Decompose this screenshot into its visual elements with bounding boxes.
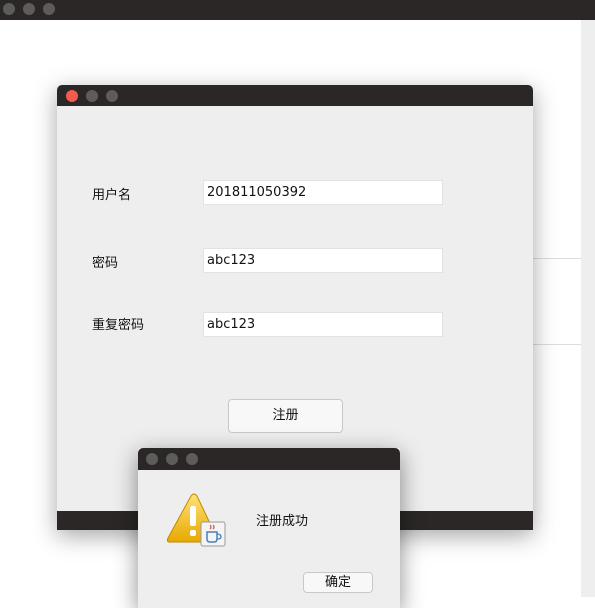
maximize-button[interactable] <box>186 453 198 465</box>
confirm-password-input[interactable] <box>203 312 443 337</box>
dialog-titlebar[interactable] <box>138 448 400 470</box>
dialog-message: 注册成功 <box>256 514 309 529</box>
background-window-titlebar[interactable] <box>0 0 595 20</box>
divider <box>533 344 581 345</box>
username-input[interactable] <box>203 180 443 205</box>
warning-java-icon <box>166 493 226 547</box>
maximize-button[interactable] <box>106 90 118 102</box>
divider <box>533 258 581 259</box>
ok-button[interactable]: 确定 <box>303 572 373 593</box>
confirm-password-label: 重复密码 <box>92 318 145 333</box>
password-input[interactable] <box>203 248 443 273</box>
close-button[interactable] <box>146 453 158 465</box>
register-button[interactable]: 注册 <box>228 399 343 433</box>
close-button[interactable] <box>3 3 15 15</box>
success-dialog: 注册成功 确定 <box>138 448 400 608</box>
background-window-edge <box>581 20 595 597</box>
minimize-button[interactable] <box>23 3 35 15</box>
minimize-button[interactable] <box>166 453 178 465</box>
username-label: 用户名 <box>92 188 132 203</box>
close-button[interactable] <box>66 90 78 102</box>
register-window-titlebar[interactable] <box>57 85 533 106</box>
password-label: 密码 <box>92 256 119 271</box>
maximize-button[interactable] <box>43 3 55 15</box>
minimize-button[interactable] <box>86 90 98 102</box>
